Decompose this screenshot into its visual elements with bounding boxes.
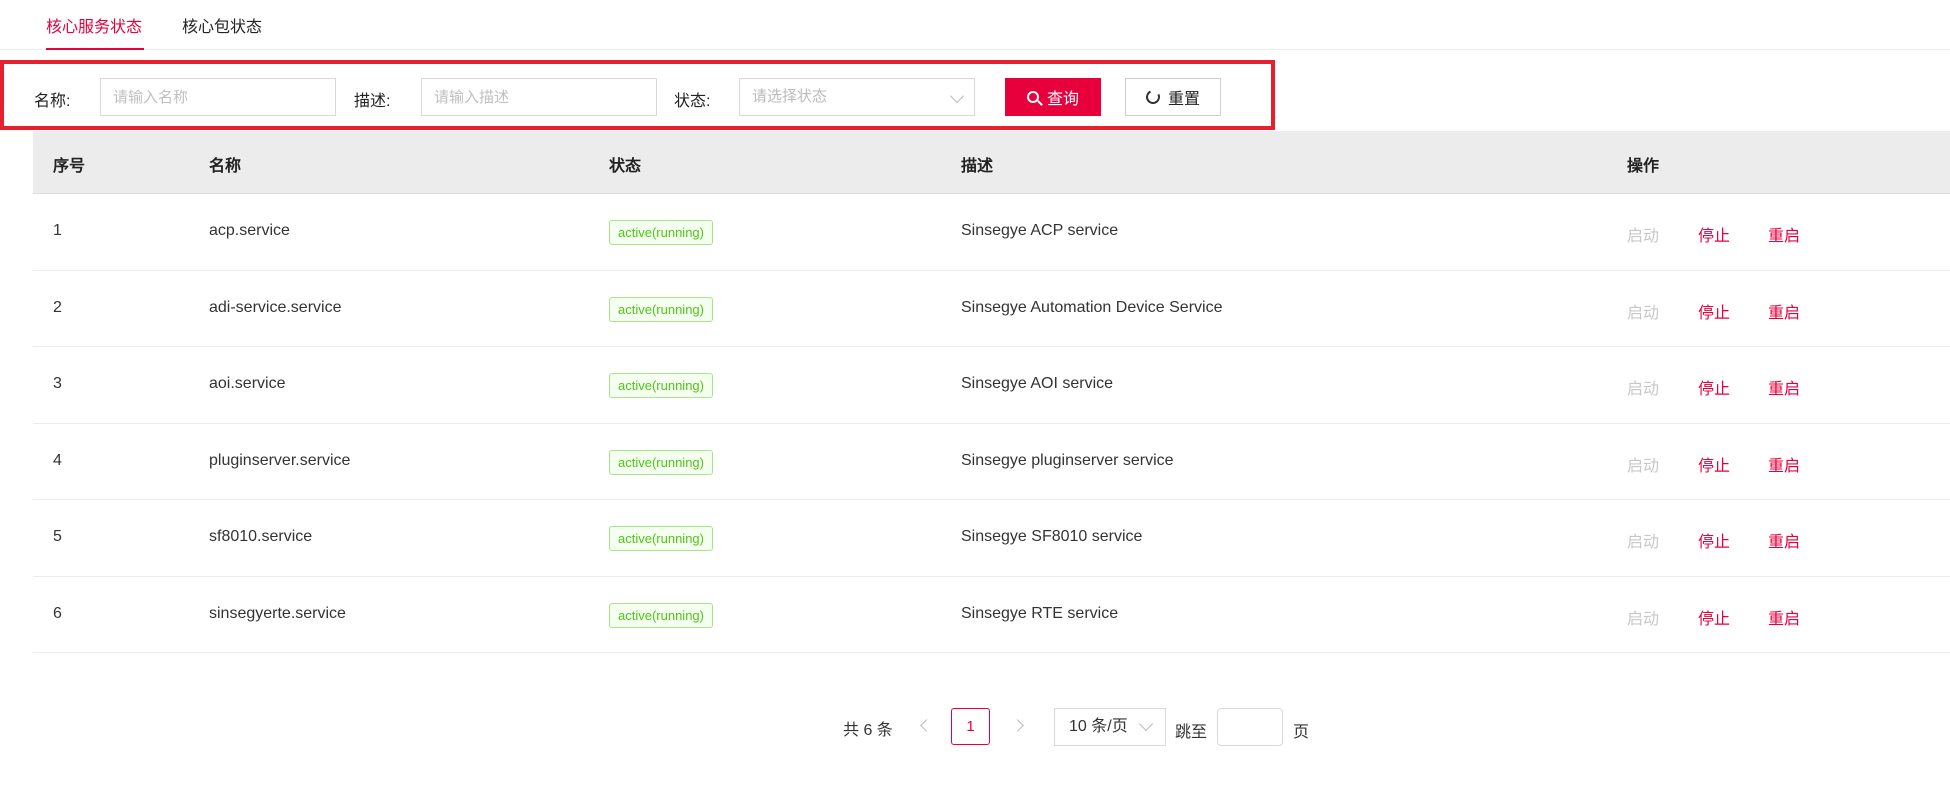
header-index: 序号 bbox=[53, 158, 86, 175]
filter-bar: 名称: 描述: 状态: 请选择状态 查询 重置 bbox=[0, 60, 1275, 130]
total-count: 共 6 条 bbox=[843, 722, 893, 739]
reset-button[interactable]: 重置 bbox=[1125, 78, 1221, 116]
search-button[interactable]: 查询 bbox=[1005, 78, 1101, 116]
table-row: 1 acp.service active(running) Sinsegye A… bbox=[33, 194, 1950, 271]
table-row: 6 sinsegyerte.service active(running) Si… bbox=[33, 577, 1950, 653]
desc-input[interactable] bbox=[421, 78, 657, 116]
status-label: 状态: bbox=[674, 93, 711, 110]
table-header: 序号 名称 状态 描述 操作 bbox=[33, 131, 1950, 194]
page-button-current[interactable]: 1 bbox=[951, 708, 990, 745]
row-desc: Sinsegye SF8010 service bbox=[961, 528, 1143, 545]
row-desc: Sinsegye Automation Device Service bbox=[961, 298, 1223, 316]
row-desc: Sinsegye pluginserver service bbox=[961, 451, 1174, 469]
stop-button[interactable]: 停止 bbox=[1698, 528, 1730, 552]
row-desc: Sinsegye RTE service bbox=[961, 604, 1119, 622]
stop-button[interactable]: 停止 bbox=[1698, 299, 1730, 323]
table-row: 4 pluginserver.service active(running) S… bbox=[33, 424, 1950, 500]
header-status: 状态 bbox=[609, 158, 642, 175]
tab-core-package-status[interactable]: 核心包状态 bbox=[182, 13, 272, 49]
restart-button[interactable]: 重启 bbox=[1768, 299, 1800, 323]
tab-core-service-status[interactable]: 核心服务状态 bbox=[46, 13, 144, 50]
jump-page-input[interactable] bbox=[1217, 708, 1283, 746]
chevron-down-icon bbox=[949, 88, 965, 104]
desc-label: 描述: bbox=[354, 93, 391, 110]
page-size-value: 10 条/页 bbox=[1069, 718, 1128, 735]
tab-bar: 核心服务状态 核心包状态 bbox=[0, 0, 1950, 50]
page-word: 页 bbox=[1293, 724, 1310, 741]
row-name: pluginserver.service bbox=[209, 451, 351, 469]
search-button-label: 查询 bbox=[1046, 91, 1079, 108]
row-desc: Sinsegye ACP service bbox=[961, 222, 1119, 239]
start-button[interactable]: 启动 bbox=[1627, 605, 1659, 629]
restart-button[interactable]: 重启 bbox=[1768, 375, 1800, 399]
row-name: sf8010.service bbox=[209, 528, 313, 545]
row-index: 3 bbox=[53, 375, 62, 392]
row-name: aoi.service bbox=[209, 375, 286, 392]
row-name: acp.service bbox=[209, 222, 290, 239]
header-desc: 描述 bbox=[961, 158, 994, 175]
refresh-icon bbox=[1144, 88, 1162, 106]
header-name: 名称 bbox=[209, 158, 242, 175]
search-icon bbox=[1026, 91, 1039, 103]
status-badge: active(running) bbox=[609, 373, 713, 398]
page-size-select[interactable]: 10 条/页 bbox=[1054, 708, 1166, 746]
start-button[interactable]: 启动 bbox=[1627, 299, 1659, 323]
stop-button[interactable]: 停止 bbox=[1698, 452, 1730, 476]
status-badge: active(running) bbox=[609, 449, 713, 475]
restart-button[interactable]: 重启 bbox=[1768, 452, 1800, 476]
status-badge: active(running) bbox=[609, 526, 713, 551]
start-button[interactable]: 启动 bbox=[1627, 222, 1659, 246]
row-index: 6 bbox=[53, 604, 62, 622]
chevron-right-icon[interactable] bbox=[1011, 719, 1024, 732]
row-index: 4 bbox=[53, 451, 62, 469]
stop-button[interactable]: 停止 bbox=[1698, 222, 1730, 246]
table-row: 3 aoi.service active(running) Sinsegye A… bbox=[33, 347, 1950, 424]
chevron-left-icon[interactable] bbox=[920, 719, 933, 732]
status-select[interactable]: 请选择状态 bbox=[739, 78, 975, 116]
pagination: 共 6 条 1 10 条/页 跳至 页 bbox=[0, 708, 1950, 746]
row-index: 5 bbox=[53, 528, 62, 545]
restart-button[interactable]: 重启 bbox=[1768, 605, 1800, 629]
stop-button[interactable]: 停止 bbox=[1698, 375, 1730, 399]
row-index: 1 bbox=[53, 222, 62, 239]
name-label: 名称: bbox=[34, 93, 71, 110]
status-select-placeholder: 请选择状态 bbox=[752, 88, 828, 105]
stop-button[interactable]: 停止 bbox=[1698, 605, 1730, 629]
start-button[interactable]: 启动 bbox=[1627, 375, 1659, 399]
reset-button-label: 重置 bbox=[1167, 91, 1200, 108]
restart-button[interactable]: 重启 bbox=[1768, 528, 1800, 552]
name-input[interactable] bbox=[100, 78, 336, 116]
row-index: 2 bbox=[53, 298, 62, 316]
start-button[interactable]: 启动 bbox=[1627, 452, 1659, 476]
row-name: sinsegyerte.service bbox=[209, 604, 346, 622]
row-desc: Sinsegye AOI service bbox=[961, 375, 1114, 392]
table-row: 5 sf8010.service active(running) Sinsegy… bbox=[33, 500, 1950, 577]
status-badge: active(running) bbox=[609, 296, 713, 322]
status-badge: active(running) bbox=[609, 220, 713, 245]
start-button[interactable]: 启动 bbox=[1627, 528, 1659, 552]
service-table: 序号 名称 状态 描述 操作 1 acp.service active(runn… bbox=[33, 131, 1950, 653]
jump-label: 跳至 bbox=[1175, 724, 1208, 741]
table-row: 2 adi-service.service active(running) Si… bbox=[33, 271, 1950, 347]
restart-button[interactable]: 重启 bbox=[1768, 222, 1800, 246]
row-name: adi-service.service bbox=[209, 298, 342, 316]
status-badge: active(running) bbox=[609, 602, 713, 628]
chevron-down-icon bbox=[1138, 716, 1154, 732]
header-actions: 操作 bbox=[1627, 158, 1660, 175]
